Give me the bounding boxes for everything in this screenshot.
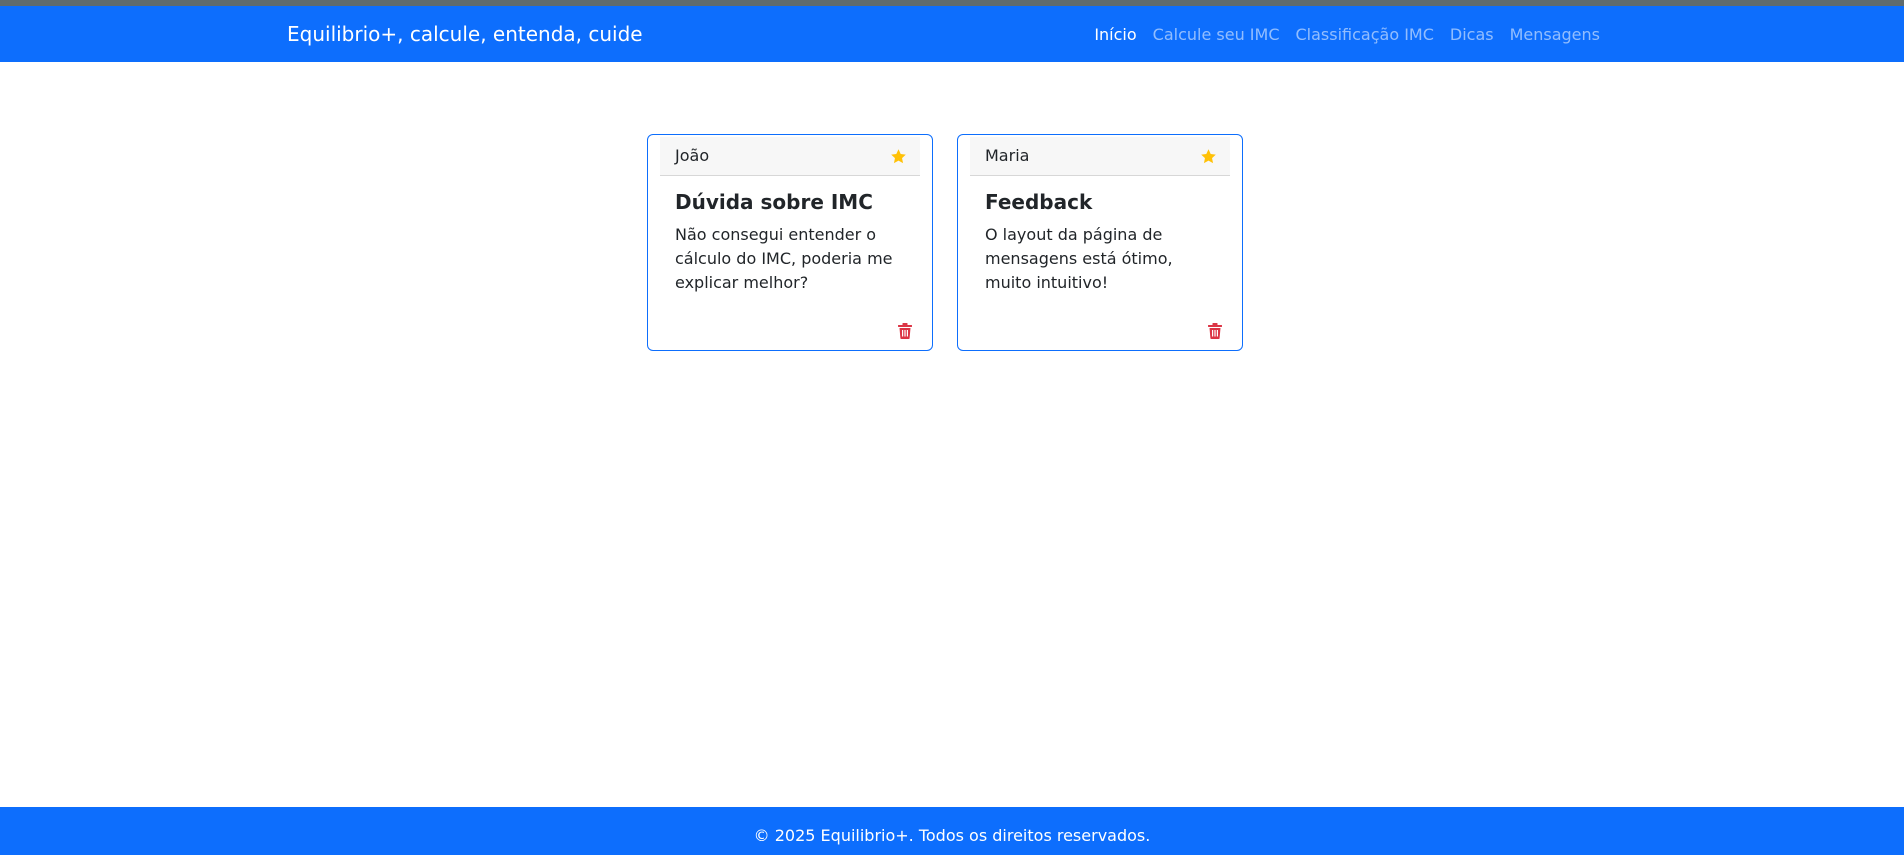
star-icon[interactable] [890, 148, 907, 165]
nav-link-classificacao-imc[interactable]: Classificação IMC [1296, 25, 1434, 44]
nav-item-mensagens: Mensagens [1510, 25, 1600, 44]
nav-item-inicio: Início [1094, 25, 1136, 44]
brand-link[interactable]: Equilibrio+, calcule, entenda, cuide [287, 6, 643, 62]
message-card: João Dúvida sobre IMC Não consegui enten… [647, 134, 933, 351]
message-title: Dúvida sobre IMC [675, 190, 873, 214]
message-text: O layout da página de mensagens está óti… [985, 225, 1173, 292]
messages-list: João Dúvida sobre IMC Não consegui enten… [647, 134, 1243, 351]
nav-item-dicas: Dicas [1450, 25, 1494, 44]
message-text: Não consegui entender o cálculo do IMC, … [675, 225, 893, 292]
footer-text: © 2025 Equilibrio+. Todos os direitos re… [753, 826, 1151, 845]
trash-icon[interactable] [1208, 323, 1222, 339]
star-icon[interactable] [1200, 148, 1217, 165]
nav-link-calcule-imc[interactable]: Calcule seu IMC [1153, 25, 1280, 44]
nav-item-classificacao-imc: Classificação IMC [1296, 25, 1434, 44]
message-author: Maria [985, 146, 1030, 165]
message-card-header: João [660, 137, 920, 176]
nav-link-dicas[interactable]: Dicas [1450, 25, 1494, 44]
message-author: João [675, 146, 710, 165]
nav-link-inicio[interactable]: Início [1094, 25, 1136, 44]
nav-item-calcule-imc: Calcule seu IMC [1153, 25, 1280, 44]
nav-menu: Início Calcule seu IMC Classificação IMC… [1094, 6, 1600, 62]
message-title: Feedback [985, 190, 1093, 214]
trash-icon[interactable] [898, 323, 912, 339]
top-navbar: Equilibrio+, calcule, entenda, cuide Iní… [0, 6, 1904, 62]
nav-link-mensagens[interactable]: Mensagens [1510, 25, 1600, 44]
message-card: Maria Feedback O layout da página de men… [957, 134, 1243, 351]
page-footer: © 2025 Equilibrio+. Todos os direitos re… [0, 807, 1904, 855]
message-card-header: Maria [970, 137, 1230, 176]
